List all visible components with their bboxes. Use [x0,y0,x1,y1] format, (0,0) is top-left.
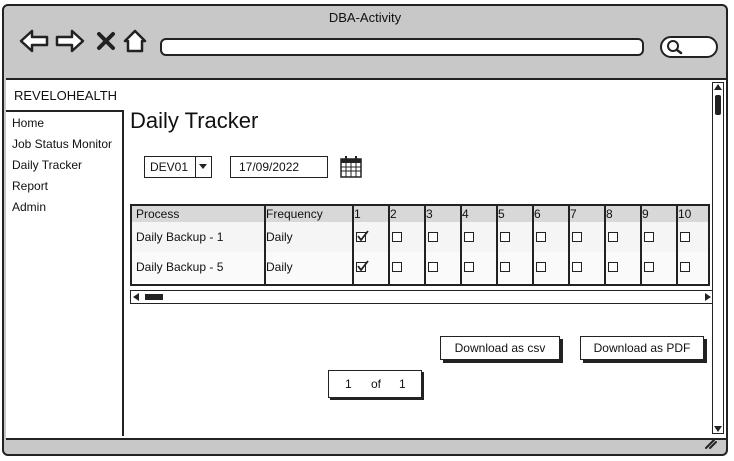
day-checkbox[interactable] [572,232,582,242]
col-header-day[interactable]: 4 [462,207,469,221]
pagination: 1 of 1 [328,370,422,398]
scroll-up-icon[interactable] [714,84,722,90]
day-checkbox[interactable] [428,262,438,272]
date-field[interactable]: 17/09/2022 [230,156,328,178]
day-checkbox[interactable] [644,232,654,242]
scroll-thumb[interactable] [715,95,721,115]
download-csv-button[interactable]: Download as csv [440,336,560,360]
col-header-day[interactable]: 5 [498,207,505,221]
col-header-day[interactable]: 2 [390,207,397,221]
col-header-day[interactable]: 10 [678,207,691,221]
address-bar[interactable] [160,38,644,56]
back-arrow-icon[interactable] [18,28,50,54]
brand-label: REVELOHEALTH [14,88,118,103]
col-header-day[interactable]: 8 [606,207,613,221]
day-checkbox[interactable] [572,262,582,272]
col-header-day[interactable]: 7 [570,207,577,221]
tracker-table: Process Frequency 1 2 3 4 5 6 7 8 9 10 D… [130,204,710,286]
day-checkbox[interactable] [356,260,369,272]
frequency-cell: Daily [266,230,293,244]
pagination-of-label: of [371,377,382,391]
page-viewport: REVELOHEALTH Home Job Status Monitor Dai… [6,78,726,440]
search-icon [667,40,683,55]
day-checkbox[interactable] [464,232,474,242]
browser-search-box[interactable] [660,36,718,58]
checkmark-icon [357,230,369,242]
process-cell: Daily Backup - 1 [136,230,224,244]
home-icon[interactable] [122,28,148,54]
sidebar-item-admin[interactable]: Admin [12,200,46,214]
checkmark-icon [357,260,369,272]
day-checkbox[interactable] [608,232,618,242]
scroll-right-icon[interactable] [705,293,711,301]
day-checkbox[interactable] [536,262,546,272]
col-header-process[interactable]: Process [136,207,179,221]
day-checkbox[interactable] [680,232,690,242]
resize-grip-icon[interactable] [704,436,718,450]
sidebar-item-daily-tracker[interactable]: Daily Tracker [12,158,82,172]
sidebar-item-report[interactable]: Report [12,179,48,193]
day-checkbox[interactable] [608,262,618,272]
day-checkbox[interactable] [680,262,690,272]
environment-select-value: DEV01 [150,160,189,174]
col-header-day[interactable]: 3 [426,207,433,221]
horizontal-scrollbar[interactable] [130,290,714,304]
forward-arrow-icon[interactable] [54,28,86,54]
close-icon[interactable] [96,28,116,54]
col-header-frequency[interactable]: Frequency [266,207,323,221]
scroll-left-icon[interactable] [133,293,139,301]
day-checkbox[interactable] [428,232,438,242]
chevron-down-icon[interactable] [195,157,211,177]
day-checkbox[interactable] [356,230,369,242]
col-header-day[interactable]: 6 [534,207,541,221]
day-checkbox[interactable] [392,262,402,272]
day-checkbox[interactable] [392,232,402,242]
browser-window: DBA-Activity REVELOHEALTH Home Job Statu… [2,4,728,456]
window-title: DBA-Activity [328,10,402,25]
calendar-icon[interactable] [339,155,363,179]
page-title: Daily Tracker [130,108,259,133]
scroll-down-icon[interactable] [714,426,722,432]
table-header-row [132,206,708,223]
day-checkbox[interactable] [500,232,510,242]
vertical-scrollbar[interactable] [712,82,724,434]
day-checkbox[interactable] [464,262,474,272]
pagination-current[interactable]: 1 [345,377,352,391]
day-checkbox[interactable] [536,232,546,242]
day-checkbox[interactable] [500,262,510,272]
col-header-day[interactable]: 9 [642,207,649,221]
sidebar-item-job-status-monitor[interactable]: Job Status Monitor [12,137,112,151]
col-header-day[interactable]: 1 [354,207,361,221]
scroll-thumb[interactable] [145,294,163,300]
pagination-total: 1 [399,377,406,391]
download-pdf-button[interactable]: Download as PDF [580,336,704,360]
day-checkbox[interactable] [644,262,654,272]
frequency-cell: Daily [266,260,293,274]
sidebar-item-home[interactable]: Home [12,116,44,130]
environment-select[interactable]: DEV01 [144,156,212,178]
process-cell: Daily Backup - 5 [136,260,224,274]
sidebar-nav: Home Job Status Monitor Daily Tracker Re… [6,110,124,436]
